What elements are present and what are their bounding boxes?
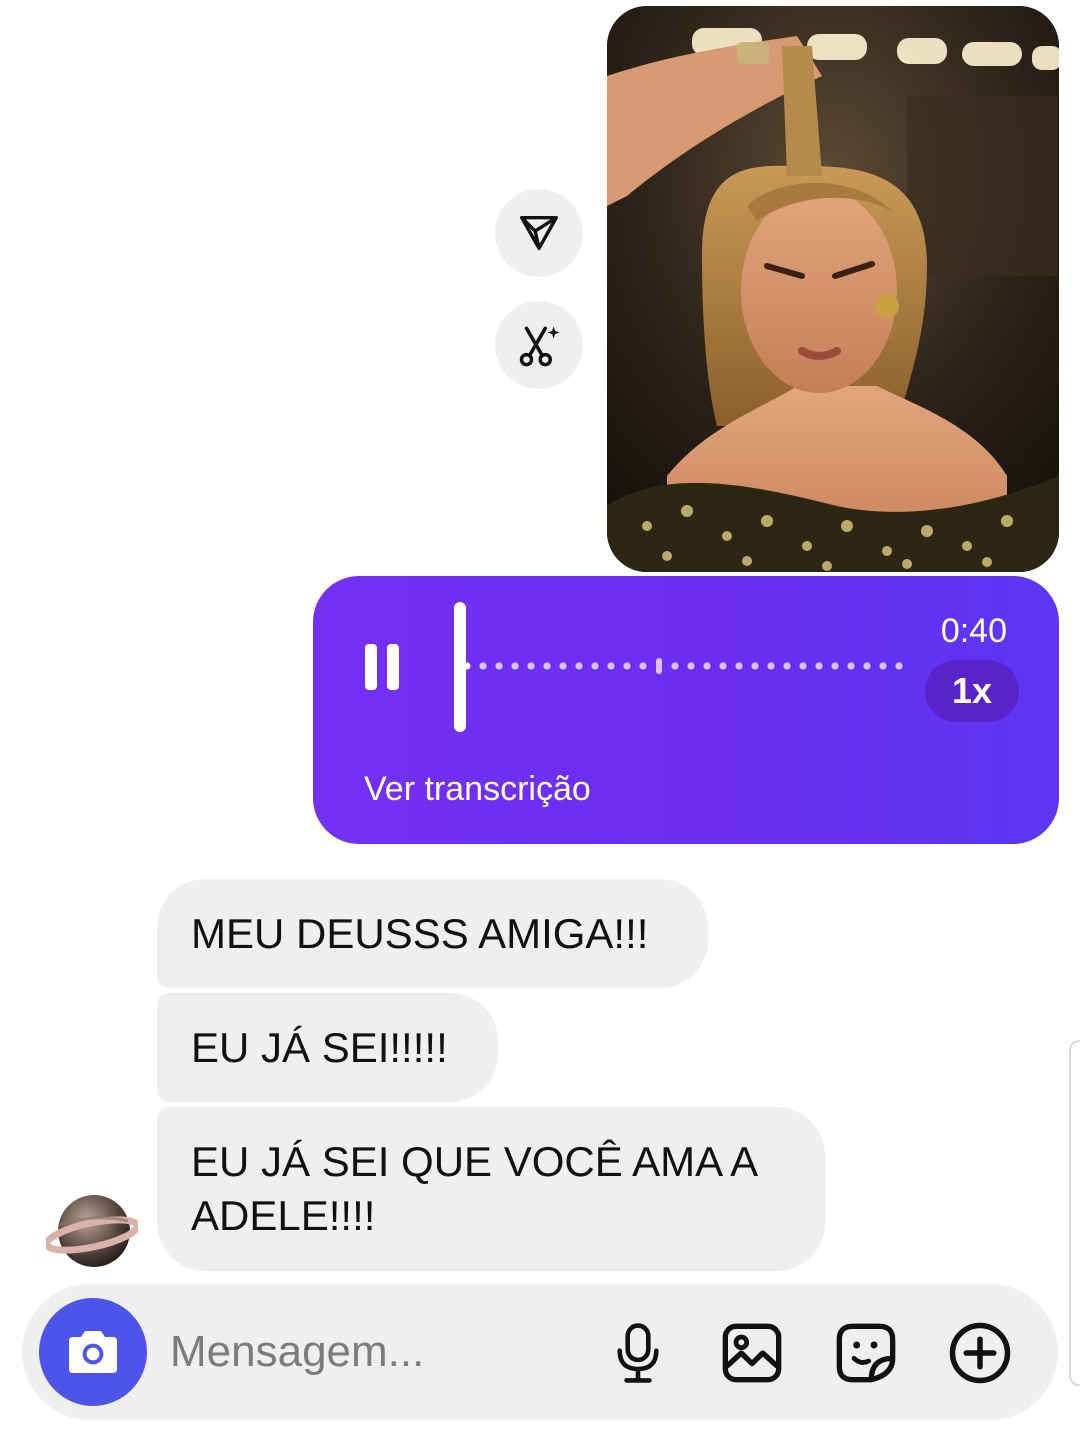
waveform-dot: [463, 662, 471, 670]
gallery-button[interactable]: [719, 1320, 785, 1386]
waveform-dot: [815, 662, 823, 670]
received-message[interactable]: MEU DEUSSS AMIGA!!!: [157, 879, 708, 988]
waveform-dot: [527, 662, 535, 670]
waveform-dot: [847, 662, 855, 670]
microphone-icon: [617, 1323, 659, 1383]
pause-button[interactable]: [365, 644, 405, 692]
message-text: EU JÁ SEI!!!!!: [191, 1023, 448, 1071]
voice-message-bubble[interactable]: 0:40 1x Ver transcrição: [313, 576, 1059, 844]
waveform-dot: [511, 662, 519, 670]
waveform-dot: [495, 662, 503, 670]
waveform-dot: [559, 662, 567, 670]
message-input[interactable]: [170, 1322, 570, 1382]
waveform-dot: [735, 662, 743, 670]
view-transcript-link[interactable]: Ver transcrição: [364, 770, 591, 809]
waveform-dot: [623, 662, 631, 670]
waveform-dot: [703, 662, 711, 670]
message-text: EU JÁ SEI QUE VOCÊ AMA A ADELE!!!!: [191, 1138, 756, 1239]
waveform[interactable]: [453, 658, 913, 674]
received-message[interactable]: EU JÁ SEI!!!!!: [157, 993, 498, 1102]
waveform-dot: [719, 662, 727, 670]
camera-button[interactable]: [39, 1298, 147, 1406]
playback-speed-button[interactable]: 1x: [925, 660, 1019, 722]
sticker-button[interactable]: [833, 1320, 899, 1386]
waveform-dot: [767, 662, 775, 670]
scroll-indicator[interactable]: [1069, 1040, 1080, 1386]
waveform-dot: [671, 662, 679, 670]
waveform-dot: [879, 662, 887, 670]
add-button[interactable]: [947, 1320, 1013, 1386]
sender-avatar[interactable]: [43, 1191, 141, 1271]
waveform-dot: [607, 662, 615, 670]
waveform-dot: [863, 662, 871, 670]
share-button[interactable]: [495, 189, 583, 277]
microphone-button[interactable]: [605, 1320, 671, 1386]
planet-avatar-icon: [43, 1195, 141, 1267]
remix-icon: [519, 326, 560, 367]
waveform-dot: [799, 662, 807, 670]
waveform-dot: [479, 662, 487, 670]
waveform-dot: [895, 662, 903, 670]
remix-button[interactable]: [495, 301, 583, 389]
waveform-dot: [656, 658, 662, 674]
message-composer: [22, 1284, 1058, 1420]
pause-icon-bar: [387, 644, 399, 690]
photo-image: [607, 6, 1059, 572]
waveform-dot: [591, 662, 599, 670]
voice-duration: 0:40: [940, 612, 1007, 650]
add-icon: [949, 1322, 1011, 1384]
camera-icon: [69, 1331, 117, 1373]
waveform-dot: [783, 662, 791, 670]
waveform-dot: [639, 662, 647, 670]
waveform-dot: [687, 662, 695, 670]
message-text: MEU DEUSSS AMIGA!!!: [191, 909, 649, 957]
photo-message[interactable]: [607, 6, 1059, 572]
waveform-dot: [575, 662, 583, 670]
waveform-dot: [831, 662, 839, 670]
share-icon: [520, 215, 558, 251]
waveform-dot: [543, 662, 551, 670]
gallery-icon: [722, 1323, 782, 1383]
pause-icon-bar: [365, 644, 377, 690]
received-message[interactable]: EU JÁ SEI QUE VOCÊ AMA A ADELE!!!!: [157, 1107, 825, 1271]
waveform-dot: [751, 662, 759, 670]
sticker-icon: [836, 1323, 896, 1383]
